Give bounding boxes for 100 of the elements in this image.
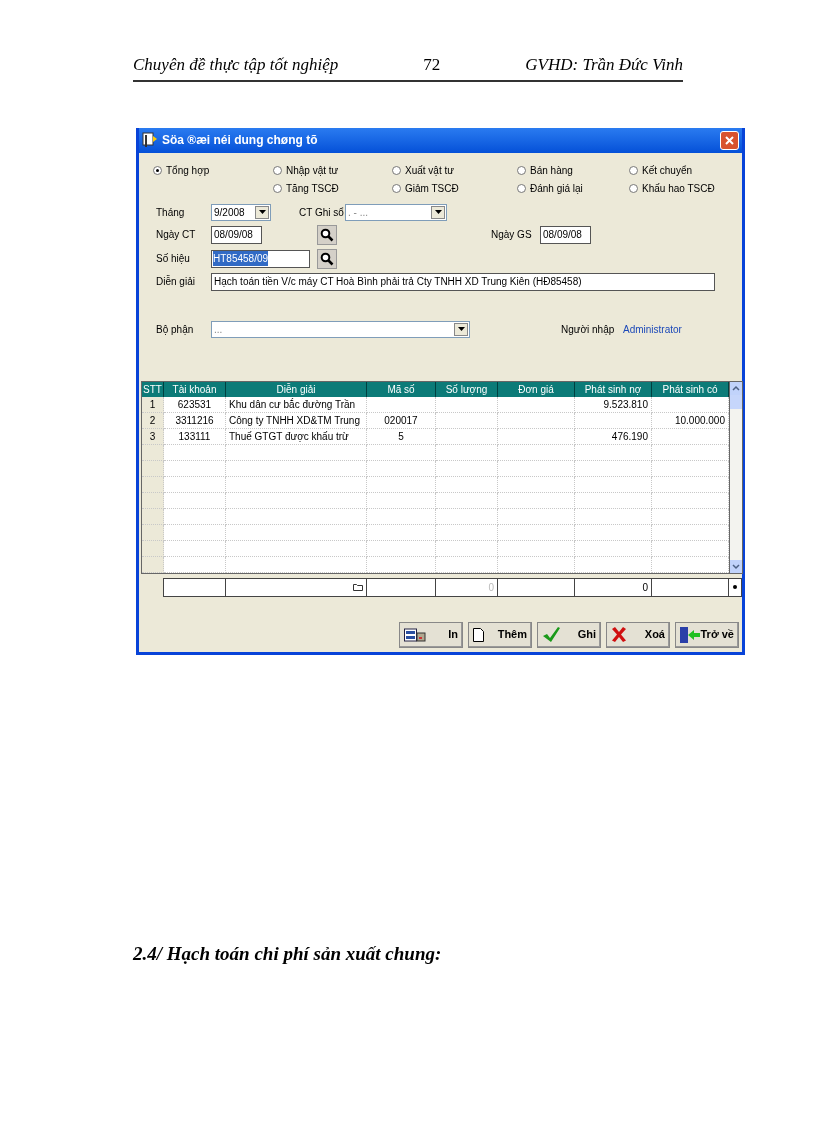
table-cell: 3311216 (164, 412, 226, 429)
column-header: Phát sinh nợ (575, 381, 652, 397)
check-icon (542, 626, 560, 643)
scroll-down-icon[interactable] (730, 559, 742, 573)
voucher-number-field[interactable]: HT85458/09 (211, 249, 310, 268)
row-indicator-icon (733, 585, 737, 589)
radio-label: Xuất vật tư (405, 163, 454, 178)
radio-label: Nhập vật tư (286, 163, 339, 178)
field-label: Người nhập (561, 322, 616, 337)
table-cell (436, 412, 498, 429)
month-dropdown[interactable]: 9/2008 (211, 203, 271, 221)
table-cell (367, 524, 436, 541)
description-field[interactable]: Hạch toán tiền V/c máy CT Hoà Bình phải trả Cty TNHH XD Trung Kiên (HĐ85458) (211, 272, 715, 291)
voucher-date-field[interactable]: 08/09/08 (211, 225, 262, 244)
radio-button[interactable] (629, 183, 638, 193)
department-dropdown[interactable]: ... (211, 320, 470, 338)
table-cell: 9.523.810 (575, 396, 652, 413)
toolbar-button[interactable]: Trở về (675, 621, 739, 648)
user-name: Administrator (623, 322, 682, 337)
radio-button[interactable] (392, 165, 401, 175)
column-header: Tài khoản (164, 381, 226, 397)
table-cell (436, 460, 498, 477)
field-label: Bộ phận (156, 322, 195, 337)
close-button[interactable] (720, 130, 739, 150)
field-label: CT Ghi sổ (299, 205, 345, 220)
column-header: Đơn giá (498, 381, 575, 397)
field-label: Tháng (156, 205, 186, 220)
close-icon (725, 135, 734, 145)
posting-date-field[interactable]: 08/09/08 (540, 225, 591, 244)
radio-label: Kết chuyển (642, 163, 693, 178)
table-cell (367, 444, 436, 461)
radio-button[interactable] (153, 165, 162, 175)
radio-label: Đánh giá lại (530, 181, 583, 196)
table-cell (164, 476, 226, 493)
table-cell (436, 444, 498, 461)
section-heading: 2.4/ Hạch toán chi phí sản xuất chung: (133, 941, 443, 966)
debit-total: 0 (642, 580, 648, 595)
radio-button[interactable] (629, 165, 638, 175)
table-cell (436, 556, 498, 573)
column-header: Phát sinh có (652, 381, 729, 397)
field-label: Ngày CT (156, 228, 197, 242)
app-icon (142, 132, 158, 148)
table-cell: Khu dân cư bắc đường Trần (226, 396, 367, 413)
toolbar-button[interactable]: Ghi (537, 621, 601, 648)
table-cell (164, 492, 226, 509)
printer-icon (404, 627, 426, 642)
toolbar-button[interactable]: Xoá (606, 621, 670, 648)
radio-button[interactable] (517, 165, 526, 175)
table-cell (367, 540, 436, 557)
radio-button[interactable] (392, 183, 401, 193)
table-cell (367, 460, 436, 477)
table-cell (436, 508, 498, 525)
radio-label: Tổng hợp (166, 163, 210, 178)
column-header: Số lượng (436, 381, 498, 397)
table-cell (164, 556, 226, 573)
radio-label: Tăng TSCĐ (286, 181, 339, 196)
cross-icon (611, 627, 626, 642)
table-cell (164, 444, 226, 461)
table-cell (367, 508, 436, 525)
document-icon (473, 627, 484, 642)
column-header: Diễn giải (226, 381, 367, 397)
field-label: Số hiệu (156, 252, 191, 266)
header-title: Chuyên đề thực tập tốt nghiệp (133, 54, 339, 76)
table-cell (367, 476, 436, 493)
table-cell: 476.190 (575, 428, 652, 445)
table-cell (164, 508, 226, 525)
radio-label: Giảm TSCĐ (405, 181, 459, 196)
scrollbar[interactable] (730, 380, 743, 574)
table-cell (436, 476, 498, 493)
table-cell (436, 540, 498, 557)
table-cell (164, 460, 226, 477)
table-cell: 020017 (367, 412, 436, 429)
toolbar-button[interactable]: In (399, 621, 463, 648)
radio-button[interactable] (273, 165, 282, 175)
field-label: Ngày GS (491, 228, 533, 242)
quantity-total: 0 (488, 580, 494, 595)
scroll-up-icon[interactable] (730, 381, 742, 395)
radio-button[interactable] (273, 183, 282, 193)
table-cell (436, 428, 498, 445)
table-cell (436, 524, 498, 541)
selected-text: HT85458/09 (213, 251, 269, 266)
table-cell (436, 396, 498, 413)
search-button[interactable] (317, 248, 337, 269)
search-button[interactable] (317, 224, 337, 245)
table-cell: Thuế GTGT được khấu trừ (226, 428, 367, 445)
table-cell: 623531 (164, 396, 226, 413)
ledger-voucher-dropdown[interactable]: . - ... (345, 203, 447, 221)
table-cell (436, 492, 498, 509)
table-cell (367, 396, 436, 413)
folder-icon[interactable] (353, 583, 363, 591)
radio-button[interactable] (517, 183, 526, 193)
window-title: Söa ®æi néi dung chøng tõ (162, 132, 318, 149)
column-header: STT (142, 381, 164, 397)
table-cell (367, 492, 436, 509)
table-cell: 133111 (164, 428, 226, 445)
toolbar-button[interactable]: Thêm (468, 621, 532, 648)
table-cell (164, 540, 226, 557)
radio-label: Khấu hao TSCĐ (642, 181, 715, 196)
column-header: Mã số (367, 381, 436, 397)
radio-label: Bán hàng (530, 163, 573, 178)
